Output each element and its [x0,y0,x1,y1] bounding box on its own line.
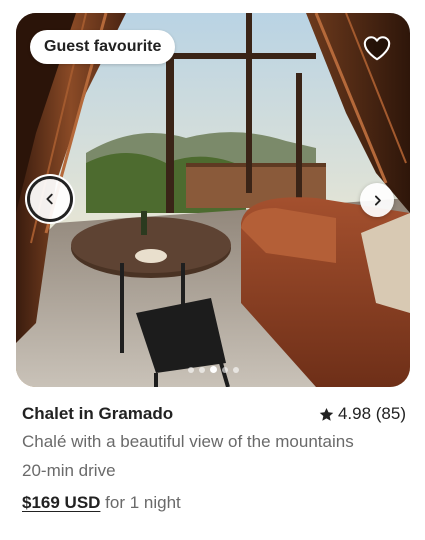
chevron-right-icon [374,195,381,205]
heart-icon[interactable] [362,33,392,63]
listing-photo[interactable]: Guest favourite [16,13,410,387]
listing-distance: 20-min drive [22,461,116,480]
rating: 4.98 (85) [319,404,406,424]
listing-card[interactable]: Guest favourite Chalet in Gramado 4.98 (… [0,0,425,540]
pagination-dot [209,366,217,373]
listing-description: Chalé with a beautiful view of the mount… [22,432,354,451]
photo-pagination-dots [16,366,410,373]
price-row: $169 USD for 1 night [22,493,406,513]
price[interactable]: $169 USD [22,493,100,512]
pagination-dot [198,366,205,373]
guest-favourite-badge: Guest favourite [30,30,176,64]
pagination-dot [221,366,228,373]
price-suffix: for 1 night [105,493,181,512]
rating-value: 4.98 (85) [337,404,406,423]
chevron-left-icon [46,193,53,205]
chalet-interior-image [16,13,410,387]
pagination-dot [187,366,194,373]
star-icon [319,407,334,421]
listing-info[interactable]: Chalet in Gramado 4.98 (85) Chalé with a… [22,401,406,513]
title-row: Chalet in Gramado 4.98 (85) [22,401,406,427]
pagination-dot [232,366,239,373]
previous-photo-button[interactable] [30,179,70,219]
listing-title: Chalet in Gramado [22,404,174,423]
next-photo-button[interactable] [360,183,394,217]
